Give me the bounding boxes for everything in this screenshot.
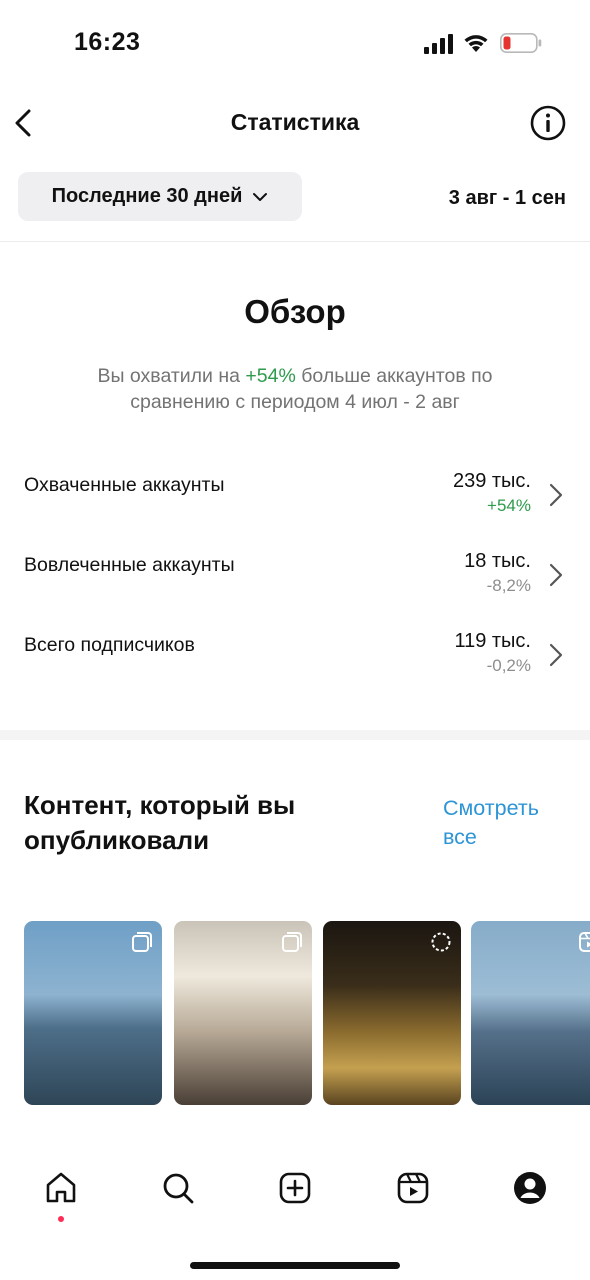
info-icon xyxy=(530,105,566,141)
metric-change: -8,2% xyxy=(486,576,531,595)
content-thumbnail[interactable] xyxy=(471,921,590,1105)
period-label: Последние 30 дней xyxy=(51,185,243,207)
profile-icon xyxy=(514,1172,546,1204)
nav-header: Статистика xyxy=(0,95,590,151)
overview-desc-prefix: Вы охватили на xyxy=(97,365,246,387)
chevron-right-icon xyxy=(549,483,563,507)
home-icon xyxy=(46,1172,76,1203)
status-time: 16:23 xyxy=(74,28,141,56)
cellular-signal-icon xyxy=(424,34,453,54)
metric-row-total-followers[interactable]: Всего подписчиков 119 тыс. -0,2% xyxy=(0,630,590,690)
overview-desc-highlight: +54% xyxy=(245,365,296,387)
metric-value: 239 тыс. xyxy=(452,470,531,492)
reels-icon xyxy=(397,1172,429,1204)
period-dropdown[interactable]: Последние 30 дней xyxy=(18,172,302,221)
chevron-right-icon xyxy=(549,563,563,587)
chevron-down-icon xyxy=(253,192,268,201)
bottom-tab-bar xyxy=(0,1160,590,1230)
status-bar: 16:23 xyxy=(0,0,590,90)
overview-description: Вы охватили на +54% больше аккаунтов по … xyxy=(50,363,540,415)
divider xyxy=(0,241,590,242)
metric-label: Всего подписчиков xyxy=(24,634,195,656)
content-thumbnail[interactable] xyxy=(24,921,162,1105)
tab-search[interactable] xyxy=(158,1170,198,1210)
overview-title: Обзор xyxy=(244,293,346,330)
create-icon xyxy=(279,1172,311,1204)
content-thumbnail[interactable] xyxy=(174,921,312,1105)
see-all-link[interactable]: Смотреть все xyxy=(443,794,573,852)
search-icon xyxy=(163,1173,194,1204)
tab-create[interactable] xyxy=(275,1170,315,1210)
info-button[interactable] xyxy=(529,104,567,142)
carousel-icon xyxy=(132,932,152,952)
metric-label: Вовлеченные аккаунты xyxy=(24,554,235,576)
content-section-title: Контент, который вы опубликовали xyxy=(24,790,296,855)
wifi-icon xyxy=(464,35,488,52)
tab-profile[interactable] xyxy=(510,1170,550,1210)
home-indicator xyxy=(190,1262,400,1269)
date-range: 3 авг - 1 сен xyxy=(448,187,566,209)
metric-change: -0,2% xyxy=(486,656,531,675)
metric-row-reached-accounts[interactable]: Охваченные аккаунты 239 тыс. +54% xyxy=(0,470,590,530)
battery-low-icon xyxy=(500,33,542,53)
tab-home[interactable] xyxy=(41,1170,81,1210)
content-thumbnail[interactable] xyxy=(323,921,461,1105)
metric-value: 119 тыс. xyxy=(454,630,531,652)
metric-label: Охваченные аккаунты xyxy=(24,474,225,496)
tab-reels[interactable] xyxy=(393,1170,433,1210)
page-title: Статистика xyxy=(230,109,360,135)
filter-row: Последние 30 дней 3 авг - 1 сен xyxy=(0,172,590,222)
story-icon xyxy=(431,932,451,952)
carousel-icon xyxy=(282,932,302,952)
notification-dot xyxy=(58,1216,64,1222)
metric-change: +54% xyxy=(487,496,531,515)
reels-icon xyxy=(579,932,590,952)
metric-row-engaged-accounts[interactable]: Вовлеченные аккаунты 18 тыс. -8,2% xyxy=(0,550,590,610)
metric-value: 18 тыс. xyxy=(464,550,531,572)
section-divider xyxy=(0,730,590,740)
chevron-right-icon xyxy=(549,643,563,667)
content-thumbnails xyxy=(0,921,590,1106)
